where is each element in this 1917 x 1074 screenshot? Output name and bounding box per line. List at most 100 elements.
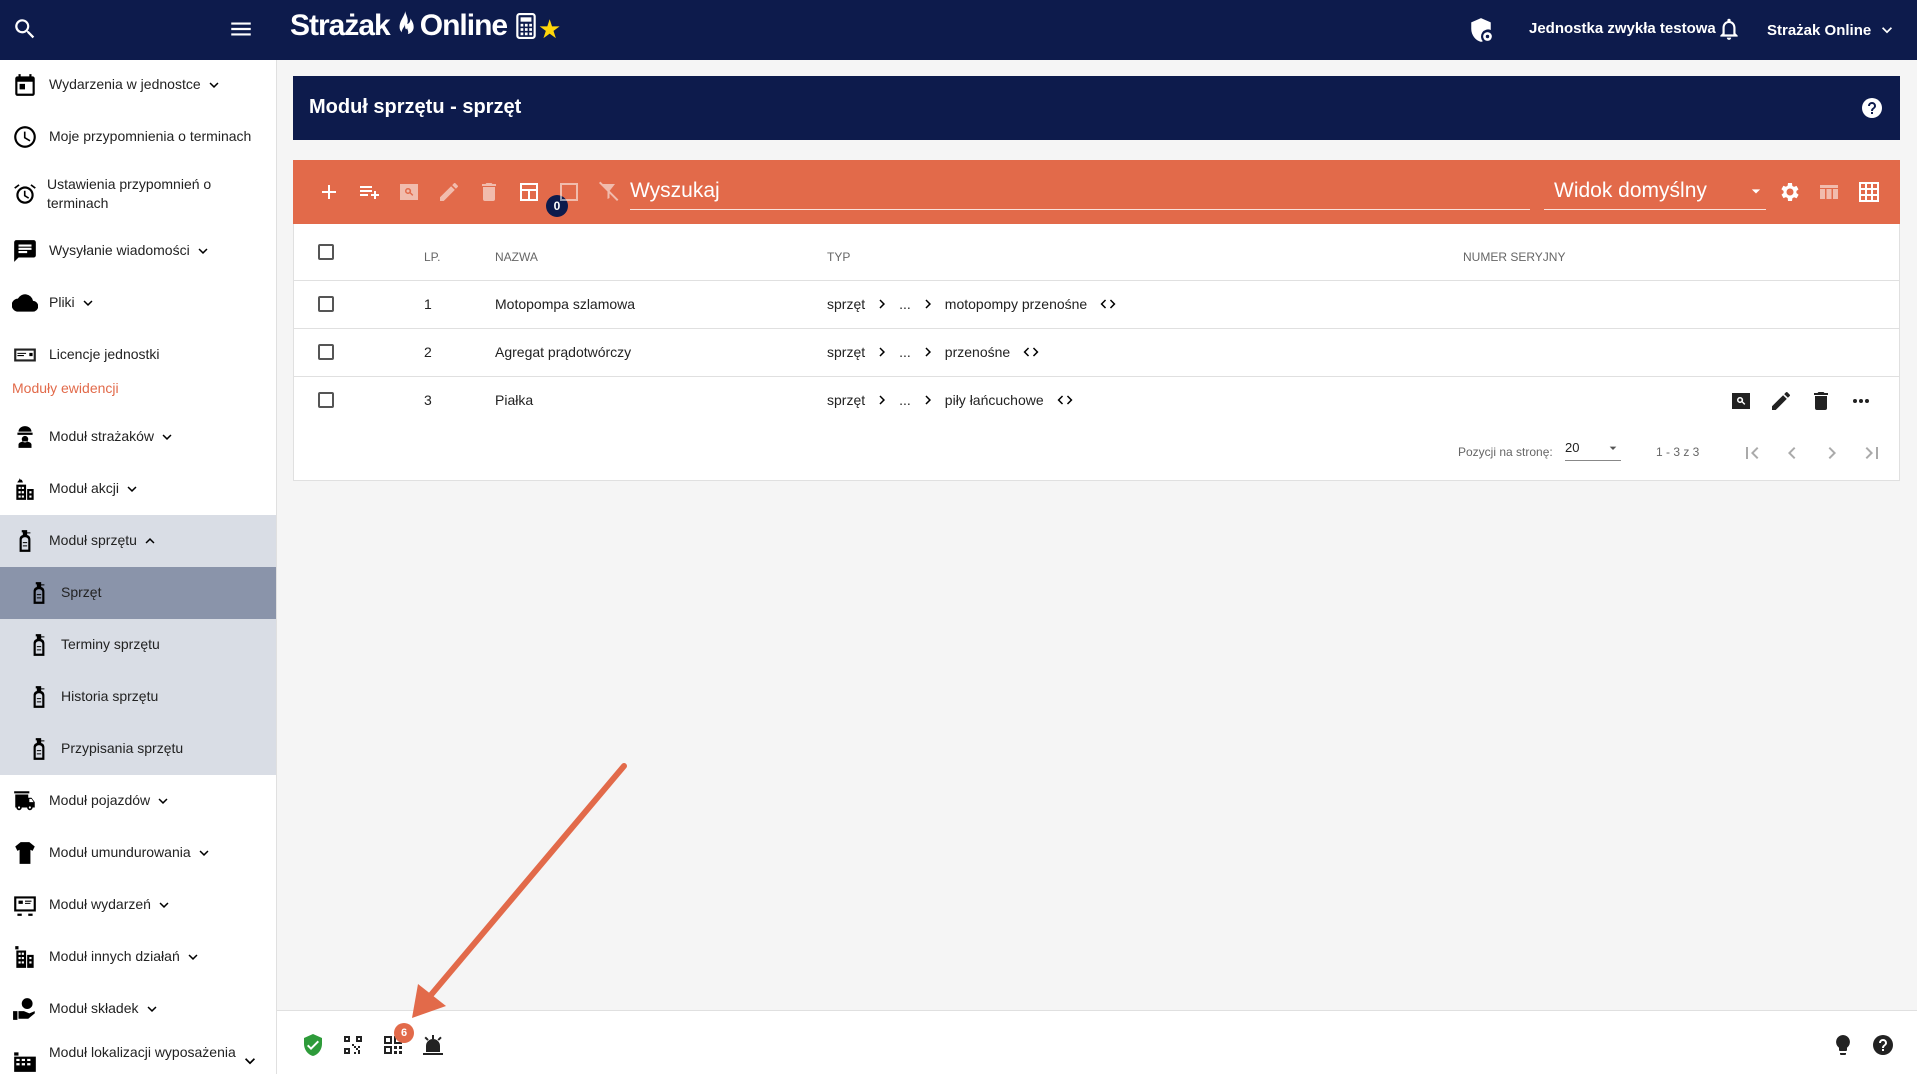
select-all-icon bbox=[520, 183, 538, 201]
sidebar-item-other-actions-module[interactable]: Moduł innych działań bbox=[0, 931, 276, 983]
extinguisher-icon bbox=[33, 738, 45, 760]
clear-filter-button[interactable] bbox=[597, 180, 621, 204]
sidebar-item-equipment-deadlines[interactable]: Terminy sprzętu bbox=[0, 619, 276, 671]
sidebar-item-actions-module[interactable]: Moduł akcji bbox=[0, 464, 276, 514]
sidebar-item-messages[interactable]: Wysyłanie wiadomości bbox=[0, 226, 276, 276]
grid-button[interactable] bbox=[1857, 180, 1881, 204]
search-input[interactable] bbox=[630, 172, 1530, 210]
column-header-lp[interactable]: LP. bbox=[424, 250, 440, 264]
row-name: Agregat prądotwórczy bbox=[495, 344, 632, 360]
grid-icon bbox=[1859, 182, 1879, 202]
cloud-icon bbox=[12, 294, 38, 312]
sidebar-item-label: Moduł składek bbox=[49, 1000, 139, 1016]
logo-left-text: Strażak bbox=[290, 9, 391, 42]
type-leaf[interactable]: przenośne bbox=[945, 344, 1010, 360]
columns-button[interactable] bbox=[1817, 180, 1841, 204]
unit-name[interactable]: Jednostka zwykła testowa bbox=[1529, 20, 1716, 37]
gear-icon bbox=[1781, 183, 1799, 201]
previous-page-icon[interactable] bbox=[1780, 441, 1804, 465]
type-root[interactable]: sprzęt bbox=[827, 392, 865, 408]
add-multiple-button[interactable] bbox=[357, 180, 381, 204]
section-header: Moduły ewidencji bbox=[12, 380, 119, 396]
sidebar-item-label: Moduł strażaków bbox=[49, 428, 155, 444]
lightbulb-icon[interactable] bbox=[1831, 1033, 1855, 1057]
first-page-icon[interactable] bbox=[1740, 441, 1764, 465]
chevron-down-icon bbox=[162, 433, 172, 440]
column-header-serial[interactable]: NUMER SERYJNY bbox=[1463, 250, 1565, 264]
user-menu[interactable]: Strażak Online bbox=[1767, 20, 1897, 40]
help-icon[interactable] bbox=[1860, 96, 1884, 120]
sidebar-item-equipment-module[interactable]: Moduł sprzętu bbox=[0, 515, 276, 567]
menu-icon[interactable] bbox=[228, 16, 254, 42]
type-root[interactable]: sprzęt bbox=[827, 344, 865, 360]
shield-check-icon[interactable] bbox=[301, 1033, 325, 1057]
sidebar-item-firefighters-module[interactable]: Moduł strażaków bbox=[0, 412, 276, 462]
row-checkbox[interactable] bbox=[318, 392, 334, 408]
row-checkbox[interactable] bbox=[318, 296, 334, 312]
view-settings-button[interactable] bbox=[1777, 180, 1801, 204]
message-icon bbox=[14, 240, 36, 262]
sidebar-item-location-module[interactable]: Moduł lokalizacji wyposażenia bbox=[0, 1035, 276, 1074]
page-title: Moduł sprzętu - sprzęt bbox=[309, 96, 522, 118]
alarm-light-icon[interactable] bbox=[421, 1033, 445, 1057]
type-root[interactable]: sprzęt bbox=[827, 296, 865, 312]
sidebar-item-events[interactable]: Wydarzenia w jednostce bbox=[0, 60, 276, 110]
bell-icon[interactable] bbox=[1716, 16, 1742, 42]
chevron-down-icon bbox=[83, 299, 93, 306]
type-ellipsis[interactable]: ... bbox=[899, 392, 911, 408]
sidebar-item-equipment-history[interactable]: Historia sprzętu bbox=[0, 671, 276, 723]
type-ellipsis[interactable]: ... bbox=[899, 296, 911, 312]
trash-icon bbox=[482, 183, 496, 201]
more-horizontal-icon[interactable] bbox=[1849, 389, 1873, 413]
sidebar-item-files[interactable]: Pliki bbox=[0, 278, 276, 328]
selection-button[interactable] bbox=[517, 180, 541, 204]
table-row[interactable]: 2 Agregat prądotwórczy sprzęt ... przeno… bbox=[294, 328, 1899, 376]
column-header-name[interactable]: NAZWA bbox=[495, 250, 538, 264]
deselect-button[interactable] bbox=[557, 180, 581, 204]
preview-button[interactable] bbox=[397, 180, 421, 204]
type-ellipsis[interactable]: ... bbox=[899, 344, 911, 360]
sidebar-item-uniforms-module[interactable]: Moduł umundurowania bbox=[0, 827, 276, 879]
page-size-select[interactable]: 20 bbox=[1565, 440, 1621, 461]
code-toggle-icon[interactable] bbox=[1022, 343, 1040, 361]
hand-money-icon bbox=[13, 998, 35, 1020]
preview-icon[interactable] bbox=[1729, 389, 1753, 413]
type-leaf[interactable]: motopompy przenośne bbox=[945, 296, 1087, 312]
chevron-down-icon bbox=[209, 81, 219, 88]
code-toggle-icon[interactable] bbox=[1099, 295, 1117, 313]
code-toggle-icon[interactable] bbox=[1056, 391, 1074, 409]
type-leaf[interactable]: piły łańcuchowe bbox=[945, 392, 1044, 408]
trash-icon[interactable] bbox=[1809, 389, 1833, 413]
view-select[interactable]: Widok domyślny bbox=[1544, 172, 1766, 210]
help-circle-icon[interactable] bbox=[1871, 1033, 1895, 1057]
qr-scan-icon[interactable] bbox=[341, 1033, 365, 1057]
extinguisher-icon bbox=[33, 686, 45, 708]
sidebar-item-fees-module[interactable]: Moduł składek bbox=[0, 983, 276, 1035]
select-all-checkbox[interactable] bbox=[318, 244, 334, 260]
row-checkbox[interactable] bbox=[318, 344, 334, 360]
favorite-star-icon[interactable]: ★ bbox=[538, 14, 561, 45]
delete-button[interactable] bbox=[477, 180, 501, 204]
sidebar-item-equipment[interactable]: Sprzęt bbox=[0, 567, 276, 619]
pencil-icon[interactable] bbox=[1769, 389, 1793, 413]
search-icon[interactable] bbox=[12, 16, 38, 42]
app-logo[interactable]: Strażak Online bbox=[290, 8, 537, 44]
location-icon bbox=[14, 1052, 36, 1072]
sidebar-item-label: Przypisania sprzętu bbox=[61, 740, 184, 756]
shield-settings-icon[interactable] bbox=[1468, 17, 1494, 43]
sidebar-item-licenses[interactable]: Licencje jednostki bbox=[0, 330, 276, 380]
sidebar-item-vehicles-module[interactable]: Moduł pojazdów bbox=[0, 775, 276, 827]
last-page-icon[interactable] bbox=[1860, 441, 1884, 465]
sidebar-item-equipment-assignments[interactable]: Przypisania sprzętu bbox=[0, 723, 276, 775]
edit-button[interactable] bbox=[437, 180, 461, 204]
chevron-right-icon bbox=[925, 395, 931, 405]
next-page-icon[interactable] bbox=[1820, 441, 1844, 465]
sidebar-item-events-module[interactable]: Moduł wydarzeń bbox=[0, 879, 276, 931]
table-row[interactable]: 1 Motopompa szlamowa sprzęt ... motopomp… bbox=[294, 280, 1899, 328]
sidebar-item-my-reminders[interactable]: Moje przypomnienia o terminach bbox=[0, 112, 276, 162]
add-button[interactable] bbox=[317, 180, 341, 204]
table-row[interactable]: 3 Piałka sprzęt ... piły łańcuchowe bbox=[294, 376, 1899, 424]
sidebar-item-reminder-settings[interactable]: Ustawienia przypomnień o terminach bbox=[0, 164, 276, 224]
column-header-type[interactable]: TYP bbox=[827, 250, 850, 264]
row-type-path: sprzęt ... piły łańcuchowe bbox=[827, 391, 1074, 409]
